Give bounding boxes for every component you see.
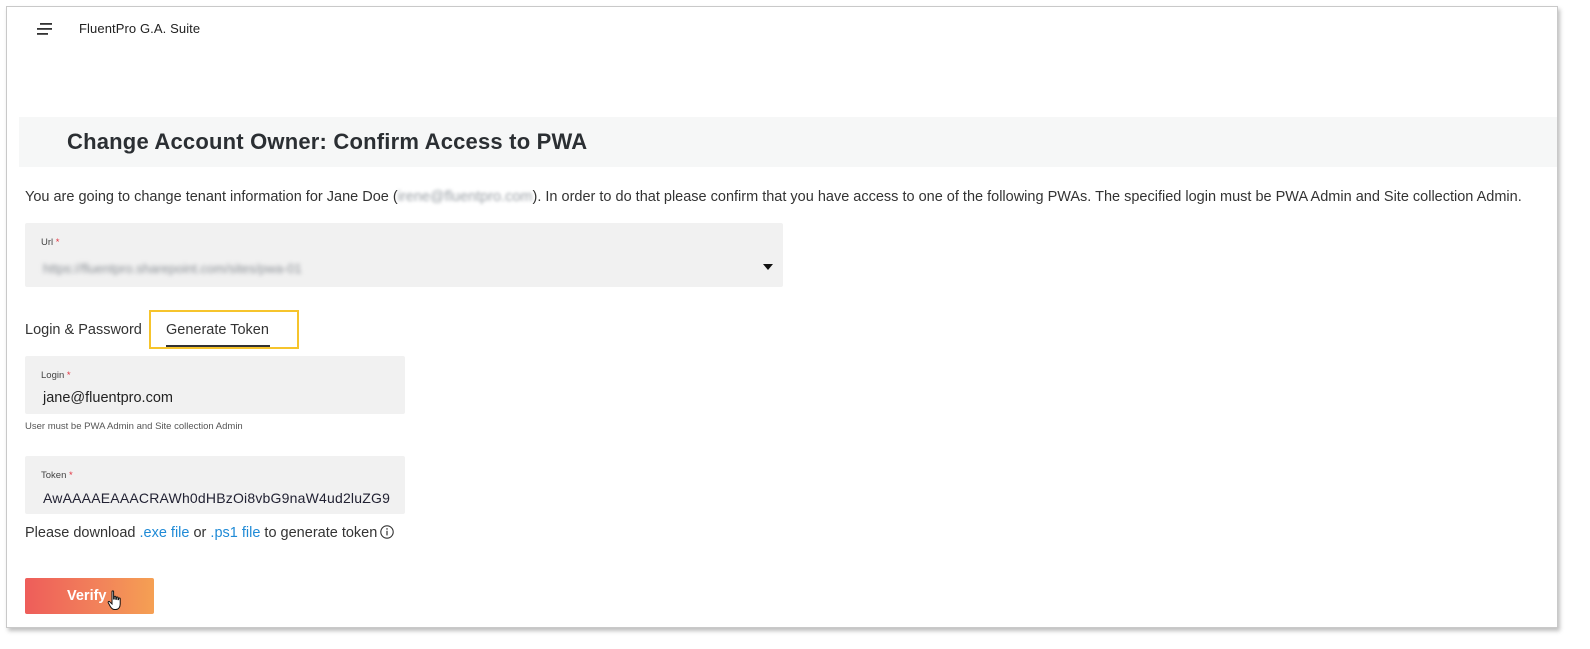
token-field[interactable]: Token * AwAAAAEAAACRAWh0dHBzOi8vbG9naW4u… xyxy=(25,456,405,514)
exe-file-link[interactable]: .exe file xyxy=(139,525,189,541)
download-suffix: to generate token xyxy=(260,525,378,541)
intro-text-end: ). In order to do that please confirm th… xyxy=(532,189,1522,205)
app-window: FluentPro G.A. Suite Change Account Owne… xyxy=(6,6,1558,628)
token-value[interactable]: AwAAAAEAAACRAWh0dHBzOi8vbG9naW4ud2luZG9 xyxy=(43,490,391,506)
verify-label: Verify xyxy=(67,588,107,604)
download-prefix: Please download xyxy=(25,525,140,541)
url-select[interactable]: Url * https://fluentpro.sharepoint.com/s… xyxy=(25,223,783,287)
login-label-text: Login xyxy=(41,370,65,381)
url-label: Url * xyxy=(41,237,59,248)
menu-icon[interactable] xyxy=(37,22,55,36)
tab-generate-token[interactable]: Generate Token xyxy=(166,322,269,338)
verify-button[interactable]: Verify xyxy=(25,578,154,614)
url-label-text: Url xyxy=(41,237,54,248)
required-mark: * xyxy=(66,370,71,381)
page-title: Change Account Owner: Confirm Access to … xyxy=(67,129,588,154)
token-label-text: Token xyxy=(41,470,67,481)
login-value[interactable]: jane@fluentpro.com xyxy=(43,390,173,406)
login-label: Login * xyxy=(41,370,71,381)
intro-text-start: You are going to change tenant informati… xyxy=(25,189,398,205)
app-title: FluentPro G.A. Suite xyxy=(79,21,201,36)
download-or: or xyxy=(189,525,211,541)
top-bar: FluentPro G.A. Suite xyxy=(7,7,1557,51)
ps1-file-link[interactable]: .ps1 file xyxy=(210,525,260,541)
url-value: https://fluentpro.sharepoint.com/sites/p… xyxy=(43,261,302,276)
login-field[interactable]: Login * jane@fluentpro.com xyxy=(25,356,405,414)
login-hint: User must be PWA Admin and Site collecti… xyxy=(25,421,243,432)
active-tab-indicator xyxy=(166,345,270,347)
download-instructions: Please download .exe file or .ps1 file t… xyxy=(25,525,395,541)
token-label: Token * xyxy=(41,470,73,481)
info-icon[interactable] xyxy=(380,525,395,539)
intro-text: You are going to change tenant informati… xyxy=(25,189,1522,205)
required-mark: * xyxy=(69,470,73,481)
hand-pointer-icon xyxy=(107,590,121,610)
page-header: Change Account Owner: Confirm Access to … xyxy=(19,117,1557,167)
required-mark: * xyxy=(55,237,60,248)
blurred-email: irene@fluentpro.com xyxy=(397,189,533,205)
chevron-down-icon[interactable] xyxy=(763,264,773,270)
tab-login-password[interactable]: Login & Password xyxy=(25,322,142,338)
